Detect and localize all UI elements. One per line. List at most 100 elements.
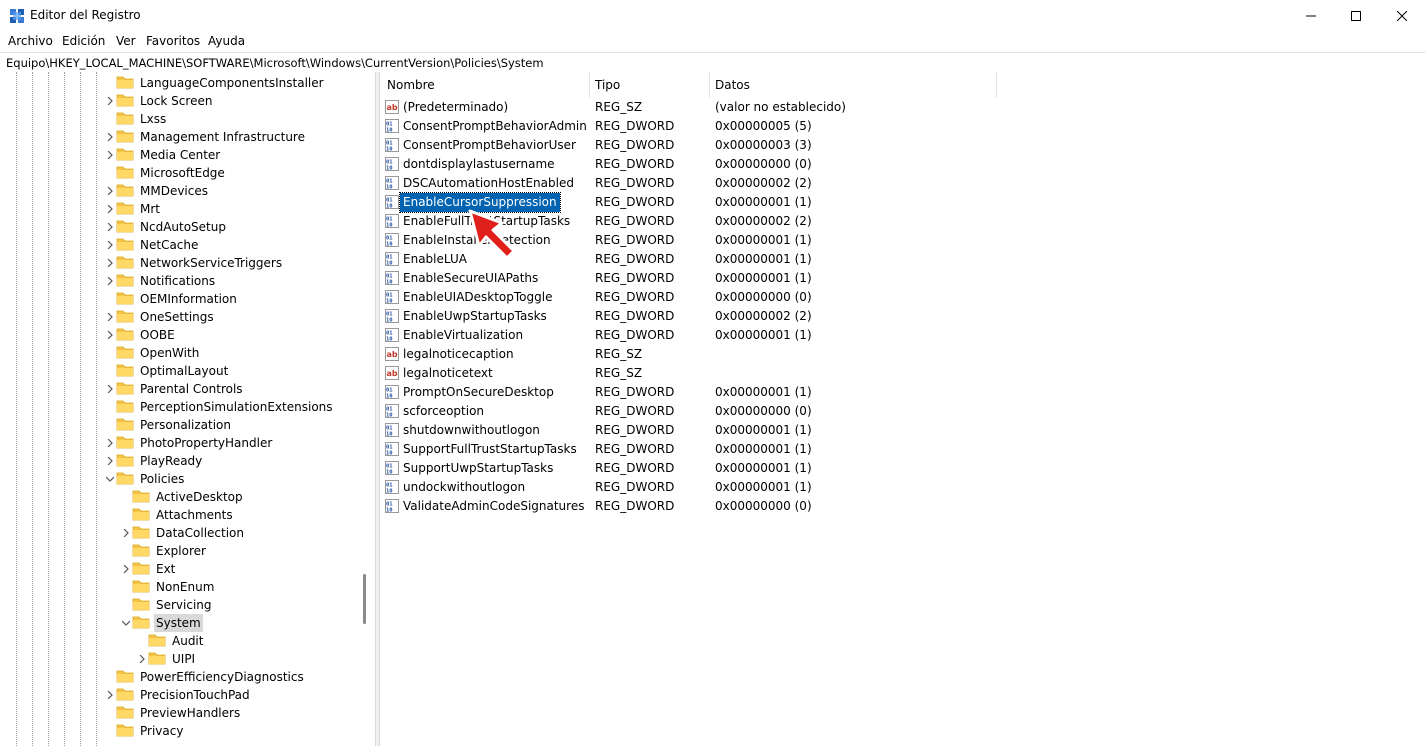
tree-item-system[interactable]: System bbox=[120, 614, 203, 632]
chevron-right-icon[interactable] bbox=[136, 650, 148, 668]
value-row[interactable]: 0110EnableInstallerDetectionREG_DWORD0x0… bbox=[380, 231, 1426, 250]
tree-item-mmdevices[interactable]: MMDevices bbox=[104, 182, 210, 200]
menu-ver[interactable]: Ver bbox=[116, 34, 136, 48]
menu-ayuda[interactable]: Ayuda bbox=[208, 34, 245, 48]
value-row[interactable]: 01 10 SupportFullTrustStartupTasks REG_DWOR… bbox=[380, 440, 1426, 459]
tree-item-media-center[interactable]: Media Center bbox=[104, 146, 222, 164]
string-value-icon: ab bbox=[385, 100, 399, 114]
address-path[interactable]: Equipo\HKEY_LOCAL_MACHINE\SOFTWARE\Micro… bbox=[6, 56, 544, 70]
value-row[interactable]: 01 10 undockwithoutlogon REG_DWORD 0x0000000… bbox=[380, 478, 1426, 497]
value-type: REG_DWORD bbox=[595, 271, 675, 285]
tree-item-nonenum[interactable]: NonEnum bbox=[120, 578, 216, 596]
value-row[interactable]: 01 10 ValidateAdminCodeSignatures REG_DWORD… bbox=[380, 497, 1426, 516]
tree-item-microsoftedge[interactable]: MicrosoftEdge bbox=[104, 164, 227, 182]
tree-item-oobe[interactable]: OOBE bbox=[104, 326, 177, 344]
tree-item-openwith[interactable]: OpenWith bbox=[104, 344, 201, 362]
tree-item-datacollection[interactable]: DataCollection bbox=[120, 524, 246, 542]
tree-item-audit[interactable]: Audit bbox=[136, 632, 205, 650]
value-row[interactable]: 01 10 EnableUwpStartupTasks REG_DWORD 0x0000… bbox=[380, 307, 1426, 326]
tree-item-onesettings[interactable]: OneSettings bbox=[104, 308, 216, 326]
value-row[interactable]: ab legalnoticecaption REG_SZ bbox=[380, 345, 1426, 364]
tree-item-parental-controls[interactable]: Parental Controls bbox=[104, 380, 245, 398]
chevron-right-icon[interactable] bbox=[120, 560, 132, 578]
value-row[interactable]: 01 10 EnableSecureUIAPaths REG_DWORD 0x00000… bbox=[380, 269, 1426, 288]
chevron-right-icon[interactable] bbox=[104, 434, 116, 452]
chevron-right-icon[interactable] bbox=[104, 254, 116, 272]
svg-text:10: 10 bbox=[386, 128, 393, 134]
tree-item-label: Mrt bbox=[140, 202, 160, 216]
column-header-name[interactable]: Nombre bbox=[380, 72, 590, 98]
value-row[interactable]: 01 10 ConsentPromptBehaviorUser REG_DWORD 0x… bbox=[380, 136, 1426, 155]
chevron-right-icon[interactable] bbox=[104, 686, 116, 704]
tree-item-personalization[interactable]: Personalization bbox=[104, 416, 233, 434]
tree-item-netcache[interactable]: NetCache bbox=[104, 236, 200, 254]
value-row[interactable]: 01 10 EnableLUA REG_DWORD 0x00000001 (1) bbox=[380, 250, 1426, 269]
chevron-right-icon[interactable] bbox=[104, 308, 116, 326]
chevron-right-icon[interactable] bbox=[104, 236, 116, 254]
tree-item-uipi[interactable]: UIPI bbox=[136, 650, 197, 668]
tree-item-languagecomponentsinstaller[interactable]: LanguageComponentsInstaller bbox=[104, 74, 326, 92]
value-row[interactable]: 01 10 EnableCursorSuppression REG_DWORD 0x00… bbox=[380, 192, 1426, 213]
tree-item-optimallayout[interactable]: OptimalLayout bbox=[104, 362, 230, 380]
chevron-right-icon[interactable] bbox=[104, 380, 116, 398]
maximize-button[interactable] bbox=[1333, 0, 1379, 32]
close-button[interactable] bbox=[1379, 0, 1425, 32]
tree-item-ext[interactable]: Ext bbox=[120, 560, 177, 578]
tree-item-attachments[interactable]: Attachments bbox=[120, 506, 235, 524]
tree-item-activedesktop[interactable]: ActiveDesktop bbox=[120, 488, 245, 506]
value-row[interactable]: 01 10 EnableUIADesktopToggle REG_DWORD 0x000… bbox=[380, 288, 1426, 307]
value-row[interactable]: 01 10 SupportUwpStartupTasks REG_DWORD 0x000… bbox=[380, 459, 1426, 478]
value-row[interactable]: 0110EnableFullTrustStartupTasksREG_DWORD… bbox=[380, 212, 1426, 231]
chevron-right-icon[interactable] bbox=[120, 524, 132, 542]
value-row[interactable]: 01 10 EnableVirtualization REG_DWORD 0x00000… bbox=[380, 326, 1426, 345]
tree-item-ncdautosetup[interactable]: NcdAutoSetup bbox=[104, 218, 228, 236]
tree-item-perceptionsimulationextensions[interactable]: PerceptionSimulationExtensions bbox=[104, 398, 335, 416]
key-tree[interactable]: LanguageComponentsInstaller Lock Screen Lx… bbox=[0, 72, 375, 746]
chevron-right-icon[interactable] bbox=[104, 200, 116, 218]
address-bar[interactable]: Equipo\HKEY_LOCAL_MACHINE\SOFTWARE\Micro… bbox=[0, 52, 1426, 73]
value-row[interactable]: 01 10 scforceoption REG_DWORD 0x00000000 (0) bbox=[380, 402, 1426, 421]
tree-item-previewhandlers[interactable]: PreviewHandlers bbox=[104, 704, 242, 722]
chevron-right-icon[interactable] bbox=[104, 272, 116, 290]
tree-item-photopropertyhandler[interactable]: PhotoPropertyHandler bbox=[104, 434, 274, 452]
minimize-button[interactable] bbox=[1288, 0, 1334, 32]
tree-item-powerefficiencydiagnostics[interactable]: PowerEfficiencyDiagnostics bbox=[104, 668, 306, 686]
value-row[interactable]: 01 10 ConsentPromptBehaviorAdmin REG_DWORD 0… bbox=[380, 117, 1426, 136]
values-list[interactable]: Nombre Tipo Datos ab (Predeterminado) REG_… bbox=[380, 72, 1426, 746]
tree-item-networkservicetriggers[interactable]: NetworkServiceTriggers bbox=[104, 254, 284, 272]
chevron-right-icon[interactable] bbox=[104, 326, 116, 344]
chevron-down-icon[interactable] bbox=[120, 614, 132, 632]
chevron-right-icon[interactable] bbox=[104, 92, 116, 110]
tree-item-policies[interactable]: Policies bbox=[104, 470, 186, 488]
tree-item-servicing[interactable]: Servicing bbox=[120, 596, 214, 614]
menu-favoritos[interactable]: Favoritos bbox=[146, 34, 200, 48]
menu-archivo[interactable]: Archivo bbox=[8, 34, 53, 48]
column-header-data[interactable]: Datos bbox=[710, 72, 997, 98]
value-row[interactable]: 01 10 DSCAutomationHostEnabled REG_DWORD 0x0… bbox=[380, 174, 1426, 193]
chevron-down-icon[interactable] bbox=[104, 470, 116, 488]
tree-item-privacy[interactable]: Privacy bbox=[104, 722, 185, 740]
tree-item-precisiontouchpad[interactable]: PrecisionTouchPad bbox=[104, 686, 252, 704]
tree-item-mrt[interactable]: Mrt bbox=[104, 200, 162, 218]
tree-item-lock-screen[interactable]: Lock Screen bbox=[104, 92, 214, 110]
value-row[interactable]: ab legalnoticetext REG_SZ bbox=[380, 364, 1426, 383]
tree-item-oeminformation[interactable]: OEMInformation bbox=[104, 290, 239, 308]
tree-item-management-infrastructure[interactable]: Management Infrastructure bbox=[104, 128, 307, 146]
tree-item-notifications[interactable]: Notifications bbox=[104, 272, 217, 290]
chevron-right-icon[interactable] bbox=[104, 218, 116, 236]
value-row[interactable]: 01 10 shutdownwithoutlogon REG_DWORD 0x00000… bbox=[380, 421, 1426, 440]
tree-scrollbar-thumb[interactable] bbox=[363, 574, 366, 624]
value-row[interactable]: ab (Predeterminado) REG_SZ (valor no establ… bbox=[380, 98, 1426, 117]
chevron-right-icon[interactable] bbox=[104, 182, 116, 200]
chevron-right-icon[interactable] bbox=[104, 452, 116, 470]
tree-item-explorer[interactable]: Explorer bbox=[120, 542, 208, 560]
chevron-right-icon[interactable] bbox=[104, 128, 116, 146]
tree-item-lxss[interactable]: Lxss bbox=[104, 110, 168, 128]
menu-edicion[interactable]: Edición bbox=[62, 34, 105, 48]
value-row[interactable]: 01 10 dontdisplaylastusername REG_DWORD 0x00… bbox=[380, 155, 1426, 174]
chevron-right-icon[interactable] bbox=[104, 146, 116, 164]
column-header-type[interactable]: Tipo bbox=[590, 72, 710, 98]
value-row[interactable]: 01 10 PromptOnSecureDesktop REG_DWORD 0x0000… bbox=[380, 383, 1426, 402]
tree-item-playready[interactable]: PlayReady bbox=[104, 452, 204, 470]
